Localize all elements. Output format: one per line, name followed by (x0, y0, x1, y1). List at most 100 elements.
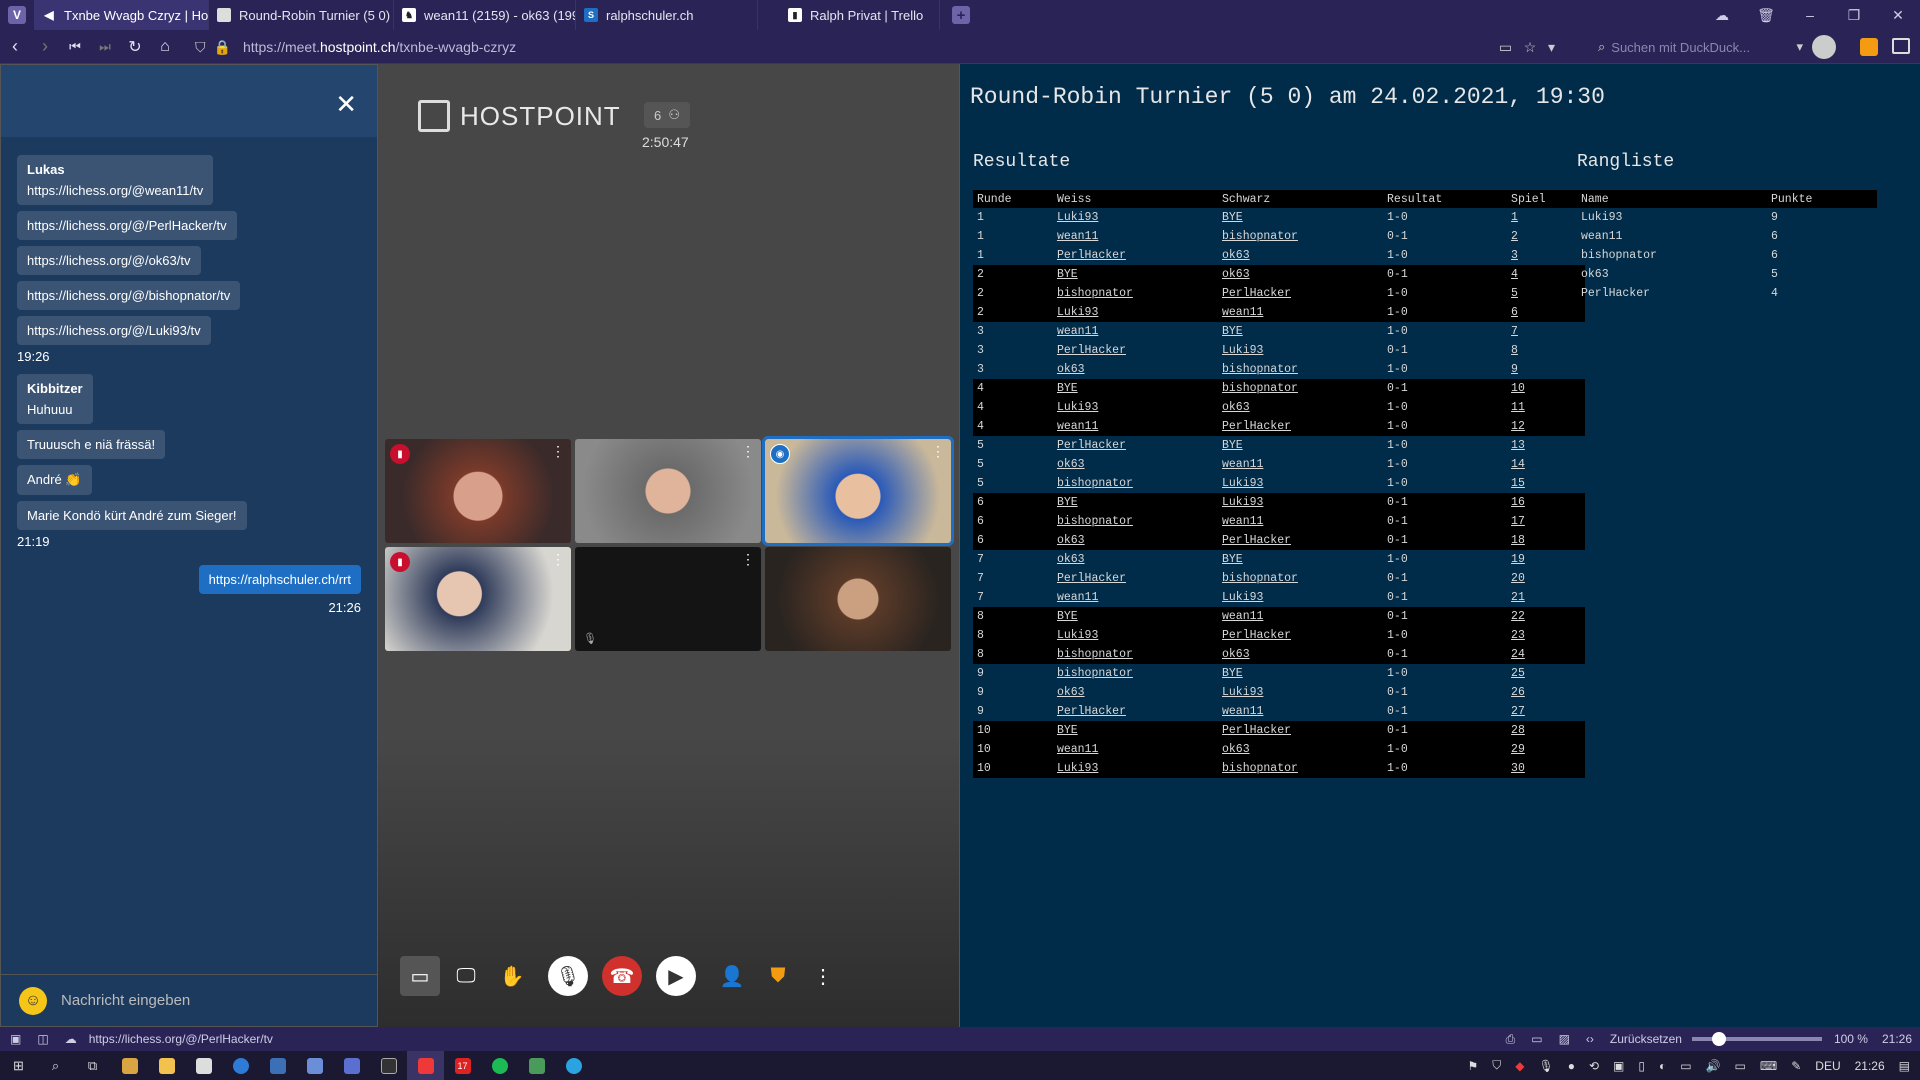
player-link[interactable]: BYE (1218, 208, 1383, 227)
zoom-slider[interactable] (1691, 1032, 1822, 1046)
panel-toggle-icon[interactable] (1892, 38, 1910, 54)
player-link[interactable]: bishopnator (1217, 379, 1384, 398)
message-link[interactable]: https://lichess.org/@/Luki93/tv (27, 323, 201, 338)
vivaldi-menu-button[interactable]: V (0, 0, 34, 30)
microphone-button[interactable]: 🎙 (548, 956, 588, 996)
tray-icon[interactable]: ● (1568, 1059, 1575, 1073)
game-link[interactable]: 18 (1507, 531, 1585, 550)
game-link[interactable]: 2 (1507, 227, 1585, 246)
tab-ralphschuler[interactable]: Sralphschuler.ch (576, 0, 758, 30)
player-link[interactable]: ok63 (1217, 398, 1384, 417)
player-link[interactable]: bishopnator (1218, 569, 1383, 588)
game-link[interactable]: 16 (1507, 493, 1585, 512)
pen-icon[interactable]: ✎ (1791, 1059, 1801, 1073)
player-link[interactable]: PerlHacker (1053, 341, 1218, 360)
player-link[interactable]: BYE (1218, 550, 1383, 569)
language-indicator[interactable]: DEU (1815, 1059, 1840, 1073)
more-options-icon[interactable]: ⋮ (741, 551, 755, 568)
player-link[interactable]: wean11 (1218, 702, 1383, 721)
participant-tile-active-speaker[interactable]: ◉ ⋮ (762, 436, 954, 546)
app-icon[interactable] (259, 1051, 296, 1080)
player-link[interactable]: BYE (1052, 721, 1218, 740)
player-link[interactable]: BYE (1052, 607, 1218, 626)
message-link[interactable]: https://ralphschuler.ch/rrt (209, 572, 351, 587)
microphone-icon[interactable]: 🎙 (1539, 1059, 1554, 1073)
game-link[interactable]: 17 (1507, 512, 1585, 531)
player-link[interactable]: wean11 (1053, 588, 1218, 607)
player-link[interactable]: ok63 (1217, 265, 1384, 284)
game-link[interactable]: 8 (1507, 341, 1585, 360)
tray-icon[interactable]: ▣ (1613, 1059, 1624, 1073)
game-link[interactable]: 30 (1507, 759, 1585, 778)
game-link[interactable]: 4 (1507, 265, 1585, 284)
player-link[interactable]: Luki93 (1218, 474, 1383, 493)
game-link[interactable]: 1 (1507, 208, 1585, 227)
player-link[interactable]: ok63 (1052, 531, 1218, 550)
player-link[interactable]: bishopnator (1218, 227, 1383, 246)
message-link[interactable]: https://lichess.org/@/PerlHacker/tv (27, 218, 227, 233)
player-link[interactable]: ok63 (1053, 683, 1218, 702)
player-link[interactable]: PerlHacker (1053, 702, 1218, 721)
forward-button[interactable]: › (30, 36, 60, 57)
rss-feed-icon[interactable] (1860, 38, 1878, 56)
tab-round-robin[interactable]: Round-Robin Turnier (5 0) (209, 0, 394, 30)
player-link[interactable]: bishopnator (1052, 645, 1218, 664)
capture-icon[interactable]: ⎙ (1506, 1032, 1516, 1047)
tray-icon[interactable]: ⌨ (1760, 1059, 1777, 1073)
participant-tile[interactable]: ▮ ⋮ (385, 439, 571, 543)
game-link[interactable]: 9 (1507, 360, 1585, 379)
bookmark-icon[interactable]: ☆ (1524, 39, 1537, 55)
zoom-reset-button[interactable]: Zurücksetzen (1610, 1032, 1682, 1046)
file-explorer-icon[interactable] (148, 1051, 185, 1080)
game-link[interactable]: 11 (1507, 398, 1585, 417)
player-link[interactable]: PerlHacker (1217, 531, 1384, 550)
player-link[interactable]: PerlHacker (1053, 436, 1218, 455)
player-link[interactable]: BYE (1052, 265, 1218, 284)
spotify-icon[interactable] (481, 1051, 518, 1080)
toggle-chat-button[interactable]: ▭ (400, 956, 440, 996)
app-icon[interactable] (111, 1051, 148, 1080)
page-tiling-icon[interactable]: ▭ (1531, 1032, 1542, 1046)
message-link[interactable]: https://lichess.org/@/bishopnator/tv (27, 288, 230, 303)
player-link[interactable]: ok63 (1053, 455, 1218, 474)
player-link[interactable]: Luki93 (1052, 626, 1218, 645)
vivaldi-taskbar-icon[interactable] (407, 1051, 444, 1080)
player-link[interactable]: Luki93 (1218, 683, 1383, 702)
player-link[interactable]: BYE (1218, 664, 1383, 683)
more-options-icon[interactable]: ⋮ (551, 443, 565, 460)
panel-icon[interactable]: ▣ (10, 1032, 21, 1046)
search-field[interactable]: ⌕ Suchen mit DuckDuck... ▾ (1598, 35, 1803, 59)
game-link[interactable]: 27 (1507, 702, 1585, 721)
home-button[interactable]: ⌂ (150, 38, 180, 56)
game-link[interactable]: 10 (1507, 379, 1585, 398)
tray-icon[interactable]: ◐ (1659, 1059, 1666, 1073)
player-link[interactable]: PerlHacker (1217, 626, 1384, 645)
minimize-button[interactable]: – (1788, 7, 1832, 23)
security-shield-icon[interactable]: ⛊ (758, 956, 798, 996)
notifications-icon[interactable]: ▤ (1899, 1059, 1910, 1073)
player-link[interactable]: Luki93 (1218, 341, 1383, 360)
player-link[interactable]: bishopnator (1053, 474, 1218, 493)
app-icon[interactable] (518, 1051, 555, 1080)
profile-avatar[interactable] (1812, 35, 1836, 59)
camera-button[interactable]: ▶ (656, 956, 696, 996)
player-link[interactable]: ok63 (1053, 360, 1218, 379)
game-link[interactable]: 29 (1507, 740, 1585, 759)
player-link[interactable]: ok63 (1053, 550, 1218, 569)
hang-up-button[interactable]: ☎ (602, 956, 642, 996)
close-chat-button[interactable]: ✕ (335, 89, 357, 120)
player-link[interactable]: BYE (1218, 322, 1383, 341)
participant-tile[interactable]: ▮ ⋮ (385, 547, 571, 651)
participant-tile[interactable] (765, 547, 951, 651)
fast-forward-button[interactable]: ⏭ (90, 39, 120, 55)
game-link[interactable]: 26 (1507, 683, 1585, 702)
game-link[interactable]: 19 (1507, 550, 1585, 569)
player-link[interactable]: ok63 (1217, 645, 1384, 664)
search-engine-dropdown-icon[interactable]: ▾ (1796, 39, 1803, 55)
participant-tile[interactable]: ⋮ (575, 439, 761, 543)
game-link[interactable]: 22 (1507, 607, 1585, 626)
participant-count-button[interactable]: 6 ⚇ (644, 102, 690, 128)
player-link[interactable]: PerlHacker (1217, 284, 1384, 303)
url-field[interactable]: ⛉ 🔒 https://meet. hostpoint.ch/txnbe-wvag… (195, 35, 1575, 59)
player-link[interactable]: wean11 (1052, 417, 1218, 436)
